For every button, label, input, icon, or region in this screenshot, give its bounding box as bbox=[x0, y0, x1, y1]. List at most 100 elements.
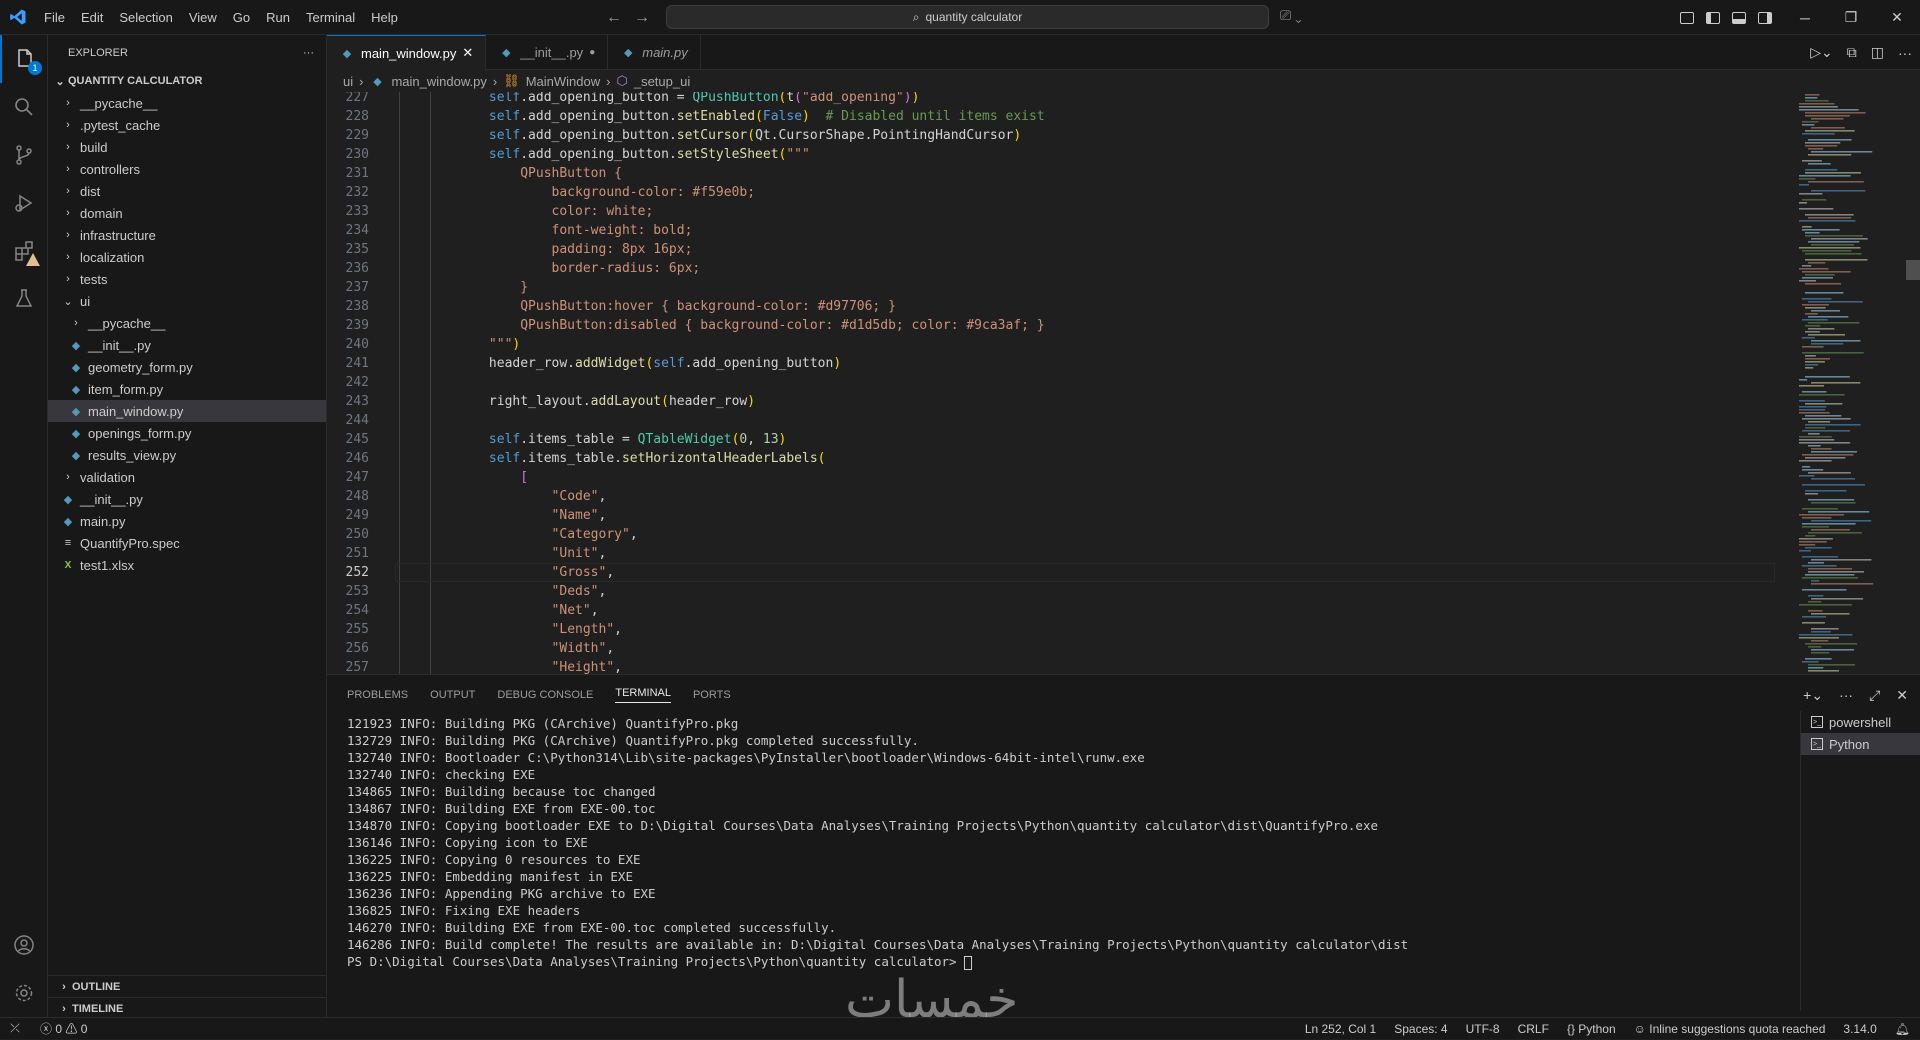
menu-item-file[interactable]: File bbox=[36, 0, 73, 35]
testing-activity[interactable] bbox=[0, 275, 48, 323]
more-actions-icon[interactable]: ··· bbox=[1898, 45, 1912, 61]
toggle-secondary-sidebar-icon[interactable] bbox=[1758, 11, 1772, 24]
outline-section[interactable]: › OUTLINE bbox=[48, 975, 327, 997]
folder-item[interactable]: › validation bbox=[48, 466, 326, 488]
terminal-instance[interactable]: >_ Python bbox=[1801, 733, 1920, 755]
close-icon[interactable]: ✕ bbox=[462, 45, 473, 61]
forward-arrow-icon[interactable]: → bbox=[634, 9, 650, 27]
terminal-instance[interactable]: >_ powershell bbox=[1801, 711, 1920, 733]
tab---init---py[interactable]: ◆ __init__.py ● bbox=[486, 35, 609, 70]
folder-item[interactable]: › build bbox=[48, 136, 326, 158]
line-ending[interactable]: CRLF bbox=[1518, 1022, 1549, 1036]
folder-item[interactable]: › infrastructure bbox=[48, 224, 326, 246]
file-item[interactable]: ◆ main.py bbox=[48, 510, 326, 532]
breadcrumb-item[interactable]: ui bbox=[343, 74, 353, 89]
code-editor[interactable]: 227 self.add_opening_button = QPushButto… bbox=[327, 92, 1920, 674]
problems-status[interactable]: ⓧ 0 ⚠ 0 bbox=[40, 1020, 87, 1037]
folder-item[interactable]: ⌄ ui bbox=[48, 290, 326, 312]
minimap-line bbox=[1805, 130, 1855, 132]
panel-tab-output[interactable]: OUTPUT bbox=[430, 689, 475, 701]
folder-item[interactable]: › controllers bbox=[48, 158, 326, 180]
copilot-status[interactable]: ☺ Inline suggestions quota reached bbox=[1634, 1022, 1826, 1036]
tab-main-py[interactable]: ◆ main.py bbox=[608, 35, 701, 70]
project-folder-header[interactable]: ⌄ QUANTITY CALCULATOR bbox=[48, 70, 326, 92]
folder-item[interactable]: › domain bbox=[48, 202, 326, 224]
code-token: False bbox=[762, 109, 803, 124]
timeline-section[interactable]: › TIMELINE bbox=[48, 997, 327, 1019]
language-mode[interactable]: {} Python bbox=[1567, 1022, 1616, 1036]
back-arrow-icon[interactable]: ← bbox=[606, 9, 622, 27]
run-python-icon[interactable]: ▷⌄ bbox=[1810, 44, 1833, 61]
line-number: 240 bbox=[345, 337, 369, 352]
unsaved-dot-icon[interactable]: ● bbox=[589, 47, 595, 58]
folder-item[interactable]: › .pytest_cache bbox=[48, 114, 326, 136]
file-item[interactable]: ◆ main_window.py bbox=[48, 400, 326, 422]
file-item[interactable]: ◆ geometry_form.py bbox=[48, 356, 326, 378]
file-item[interactable]: ◆ item_form.py bbox=[48, 378, 326, 400]
file-item[interactable]: ≡ QuantifyPro.spec bbox=[48, 532, 326, 554]
menu-item-help[interactable]: Help bbox=[363, 0, 406, 35]
toggle-sidebar-icon[interactable] bbox=[1706, 11, 1720, 24]
close-window-icon[interactable]: ✕ bbox=[1874, 0, 1920, 35]
settings-activity[interactable] bbox=[0, 969, 48, 1017]
breadcrumb-item[interactable]: main_window.py bbox=[391, 74, 486, 89]
panel-tab-ports[interactable]: PORTS bbox=[693, 689, 731, 701]
breadcrumb-item[interactable]: MainWindow bbox=[526, 74, 600, 89]
search-activity[interactable] bbox=[0, 83, 48, 131]
source-control-activity[interactable] bbox=[0, 131, 48, 179]
new-terminal-icon[interactable]: +⌄ bbox=[1803, 687, 1823, 704]
tab-main-window-py[interactable]: ◆ main_window.py ✕ bbox=[327, 35, 487, 70]
menu-item-run[interactable]: Run bbox=[258, 0, 298, 35]
accounts-activity[interactable] bbox=[0, 921, 48, 969]
minimap-line bbox=[1802, 346, 1824, 348]
more-actions-icon[interactable]: ··· bbox=[303, 47, 314, 59]
indentation[interactable]: Spaces: 4 bbox=[1394, 1022, 1447, 1036]
extensions-activity[interactable] bbox=[0, 227, 48, 275]
terminal-output[interactable]: 121923 INFO: Building PKG (CArchive) Qua… bbox=[347, 715, 1787, 1005]
file-item[interactable]: ◆ __init__.py bbox=[48, 334, 326, 356]
folder-item[interactable]: › localization bbox=[48, 246, 326, 268]
split-editor-icon[interactable]: ◫ bbox=[1871, 44, 1884, 61]
folder-item[interactable]: › tests bbox=[48, 268, 326, 290]
panel-tab-terminal[interactable]: TERMINAL bbox=[615, 687, 671, 703]
bell-icon[interactable]: 🔔︎ bbox=[1895, 1022, 1910, 1036]
line-code: self.items_table = QTableWidget(0, 13) bbox=[395, 430, 786, 449]
open-changes-icon[interactable]: ⧉ bbox=[1847, 44, 1857, 61]
more-actions-icon[interactable]: ··· bbox=[1839, 687, 1853, 703]
editor-scrollbar[interactable] bbox=[1906, 260, 1920, 280]
customize-layout-icon[interactable] bbox=[1680, 11, 1694, 24]
folder-item[interactable]: › dist bbox=[48, 180, 326, 202]
chevron-right-icon: › bbox=[66, 141, 70, 153]
cursor-position[interactable]: Ln 252, Col 1 bbox=[1305, 1022, 1376, 1036]
breadcrumb-item[interactable]: _setup_ui bbox=[634, 74, 690, 89]
file-item[interactable]: Xtest1.xlsx bbox=[48, 554, 326, 576]
python-version[interactable]: 3.14.0 bbox=[1843, 1022, 1876, 1036]
menu-item-edit[interactable]: Edit bbox=[73, 0, 111, 35]
explorer-activity[interactable]: 1 bbox=[0, 35, 48, 83]
copilot-chat-icon[interactable]: ⎚ ⌄ bbox=[1280, 7, 1302, 24]
terminal-prompt-line[interactable]: PS D:\Digital Courses\Data Analyses\Trai… bbox=[347, 953, 1787, 970]
encoding[interactable]: UTF-8 bbox=[1466, 1022, 1500, 1036]
python-file-icon: ◆ bbox=[624, 47, 633, 59]
menu-item-view[interactable]: View bbox=[181, 0, 225, 35]
panel-tab-debug-console[interactable]: DEBUG CONSOLE bbox=[497, 689, 593, 701]
restore-icon[interactable]: ❐ bbox=[1828, 0, 1874, 35]
folder-item[interactable]: › __pycache__ bbox=[48, 312, 326, 334]
run-debug-activity[interactable] bbox=[0, 179, 48, 227]
minimap-line bbox=[1805, 142, 1841, 144]
minimap[interactable] bbox=[1797, 92, 1897, 674]
file-item[interactable]: ◆ results_view.py bbox=[48, 444, 326, 466]
remote-indicator-icon[interactable]: ⤫ bbox=[0, 1018, 30, 1040]
menu-item-go[interactable]: Go bbox=[225, 0, 258, 35]
panel-tab-problems[interactable]: PROBLEMS bbox=[347, 689, 408, 701]
folder-item[interactable]: › __pycache__ bbox=[48, 92, 326, 114]
menu-item-terminal[interactable]: Terminal bbox=[298, 0, 363, 35]
file-item[interactable]: ◆ openings_form.py bbox=[48, 422, 326, 444]
minimize-icon[interactable]: ─ bbox=[1782, 0, 1828, 35]
file-item[interactable]: ◆ __init__.py bbox=[48, 488, 326, 510]
command-center-search[interactable]: ⌕ quantity calculator bbox=[666, 5, 1269, 29]
menu-item-selection[interactable]: Selection bbox=[111, 0, 180, 35]
maximize-panel-icon[interactable]: ⤢ bbox=[1869, 687, 1880, 704]
toggle-panel-icon[interactable] bbox=[1732, 11, 1746, 24]
close-panel-icon[interactable]: ✕ bbox=[1896, 687, 1908, 704]
